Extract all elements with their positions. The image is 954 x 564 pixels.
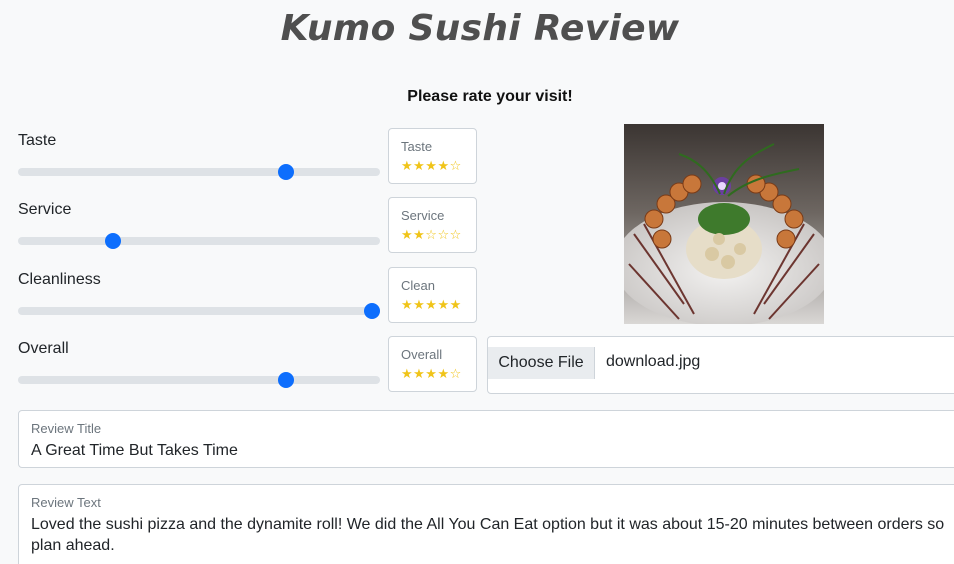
cleanliness-box-label: Clean [401, 278, 435, 293]
file-upload-field[interactable]: Choose File download.jpg [487, 336, 954, 394]
cleanliness-stars: ★★★★★ [401, 298, 462, 313]
cleanliness-slider-thumb[interactable] [364, 303, 380, 319]
selected-file-name: download.jpg [606, 353, 701, 370]
taste-slider[interactable] [18, 164, 380, 180]
overall-box-label: Overall [401, 347, 443, 362]
cleanliness-stars-box: Clean ★★★★★ [388, 267, 477, 323]
cleanliness-label: Cleanliness [18, 271, 101, 288]
overall-stars: ★★★★☆ [401, 367, 462, 382]
review-title-field[interactable]: Review Title A Great Time But Takes Time [18, 410, 954, 468]
review-page: Kumo Sushi Review Please rate your visit… [0, 0, 954, 564]
service-label: Service [18, 201, 72, 218]
service-slider-thumb[interactable] [104, 233, 121, 249]
page-title: Kumo Sushi Review [280, 8, 680, 49]
review-text-label: Review Text [31, 495, 101, 510]
service-stars-box: Service ★★☆☆☆ [388, 197, 477, 253]
review-text-textarea[interactable]: Loved the sushi pizza and the dynamite r… [31, 514, 951, 556]
taste-label: Taste [18, 132, 57, 149]
sushi-photo-icon [624, 124, 824, 324]
taste-stars-box: Taste ★★★★☆ [388, 128, 477, 184]
overall-label: Overall [18, 340, 69, 357]
page-subtitle: Please rate your visit! [407, 88, 573, 105]
overall-slider[interactable] [18, 372, 380, 388]
choose-file-button[interactable]: Choose File [488, 347, 595, 379]
taste-stars: ★★★★☆ [401, 159, 462, 174]
taste-slider-thumb[interactable] [277, 164, 294, 180]
overall-stars-box: Overall ★★★★☆ [388, 336, 477, 392]
review-title-label: Review Title [31, 421, 102, 436]
sushi-photo [624, 124, 824, 324]
service-stars: ★★☆☆☆ [401, 228, 462, 243]
review-text-field[interactable]: Review Text Loved the sushi pizza and th… [18, 484, 954, 564]
service-slider[interactable] [18, 233, 380, 249]
taste-box-label: Taste [401, 139, 433, 154]
cleanliness-slider[interactable] [18, 303, 380, 319]
overall-slider-thumb[interactable] [277, 372, 294, 388]
service-box-label: Service [401, 208, 445, 223]
review-title-input[interactable]: A Great Time But Takes Time [31, 440, 951, 461]
